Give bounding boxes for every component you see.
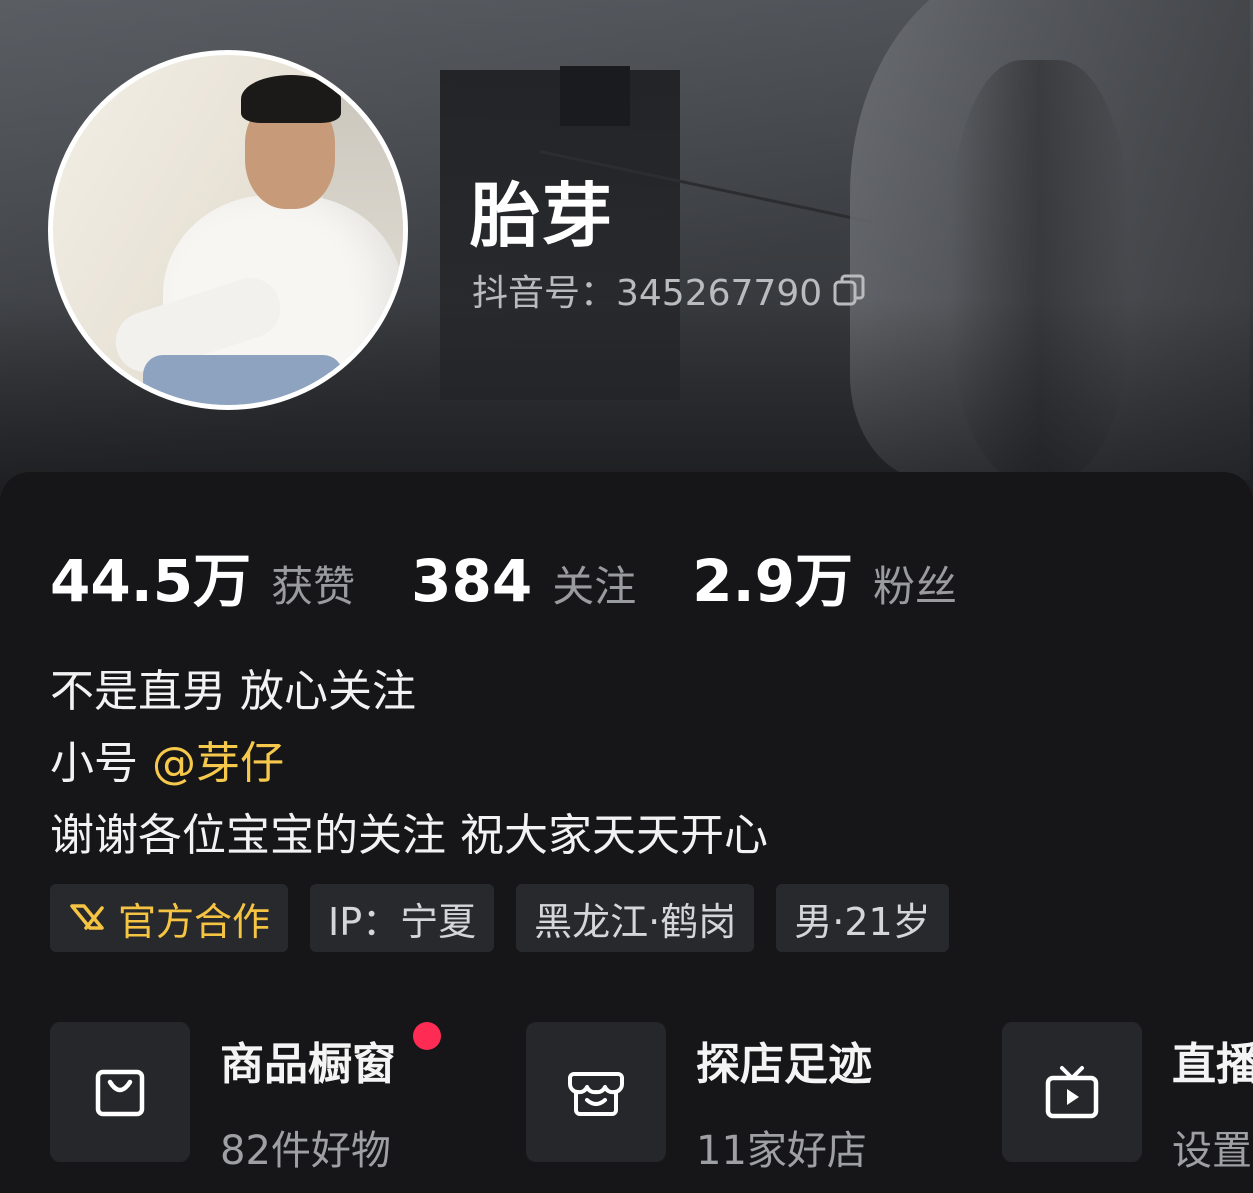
feature-subtitle: 11家好店	[696, 1128, 867, 1174]
feature-title: 商品橱窗	[220, 1039, 396, 1090]
bio-line: 不是直男 放心关注	[50, 666, 416, 717]
stat-label: 粉丝	[872, 562, 957, 611]
bio-line: 谢谢各位宝宝的关注 祝大家天天开心	[50, 810, 768, 861]
feature-icon-box	[1002, 1022, 1142, 1162]
avatar[interactable]	[48, 50, 408, 410]
tag-gender-age: 男·21岁	[776, 884, 949, 952]
feature-title: 直播	[1172, 1039, 1253, 1090]
new-badge	[413, 1022, 441, 1050]
douyin-id[interactable]: 抖音号：345267790	[472, 264, 866, 316]
feature-icon-box	[526, 1022, 666, 1162]
features-row: 商品橱窗 82件好物 探店足迹 11家好店 直播 设置	[50, 1022, 1253, 1176]
stat-value: 384	[411, 547, 533, 615]
profile-page: 胎芽 抖音号：345267790 44.5万 获赞 384 关注 2.9万 粉丝…	[0, 0, 1253, 1193]
stat-followers[interactable]: 2.9万 粉丝	[692, 534, 957, 618]
douyin-id-text: 抖音号：345267790	[472, 273, 823, 314]
bio: 不是直男 放心关注 小号 @芽仔 谢谢各位宝宝的关注 祝大家天天开心	[50, 656, 768, 872]
nickname: 胎芽	[470, 175, 614, 257]
feature-subtitle: 82件好物	[220, 1128, 391, 1174]
store-icon	[568, 1072, 624, 1116]
shopping-bag-icon	[95, 1069, 145, 1117]
copy-icon[interactable]	[832, 273, 866, 307]
feature-live[interactable]: 直播 设置	[1002, 1022, 1253, 1176]
tag-ip: IP：宁夏	[310, 884, 495, 952]
bio-line: 小号 @芽仔	[50, 728, 768, 800]
cooperation-icon	[70, 904, 104, 930]
tag-location[interactable]: 黑龙江·鹤岗	[516, 884, 755, 952]
stat-value: 2.9万	[692, 547, 853, 615]
stats-row: 44.5万 获赞 384 关注 2.9万 粉丝	[50, 534, 1013, 618]
bio-text: 小号	[50, 738, 152, 789]
feature-subtitle: 设置	[1172, 1128, 1252, 1174]
stat-likes[interactable]: 44.5万 获赞	[50, 534, 355, 618]
feature-store-visits[interactable]: 探店足迹 11家好店	[526, 1022, 1002, 1176]
feature-icon-box	[50, 1022, 190, 1162]
tv-play-icon	[1045, 1066, 1099, 1119]
tag-official-cooperation[interactable]: 官方合作	[50, 884, 289, 952]
stat-label: 关注	[552, 562, 637, 611]
tag-label: 官方合作	[118, 899, 271, 944]
tags-row: 官方合作 IP：宁夏 黑龙江·鹤岗 男·21岁	[50, 884, 971, 952]
feature-shop-window[interactable]: 商品橱窗 82件好物	[50, 1022, 526, 1176]
mention-link[interactable]: @芽仔	[152, 738, 284, 789]
feature-title: 探店足迹	[696, 1039, 872, 1090]
stat-label: 获赞	[271, 562, 356, 611]
stat-following[interactable]: 384 关注	[411, 547, 636, 615]
stat-value: 44.5万	[50, 547, 252, 615]
